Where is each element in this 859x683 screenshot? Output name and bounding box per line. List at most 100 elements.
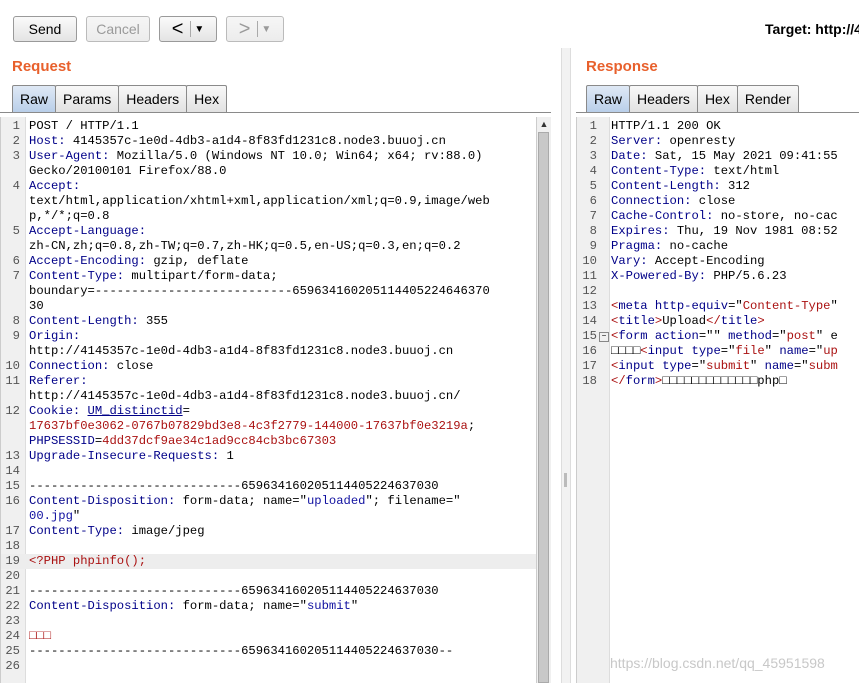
- code-token: http://4145357c-1e0d-4db3-a1d4-8f83fd123…: [29, 389, 461, 403]
- code-line: 7 Cache-Control: no-store, no-cac: [577, 209, 859, 224]
- code-line: 13 <meta http-equiv="Content-Type": [577, 299, 859, 314]
- code-line: 30: [1, 299, 537, 314]
- line-number: 3: [12, 149, 20, 163]
- code-line: PHPSESSID=4dd37dcf9ae34c1ad9cc84cb3bc673…: [1, 434, 537, 449]
- code-token: 355: [138, 314, 168, 328]
- code-token: submit: [706, 359, 751, 373]
- line-text: □□□□<input type="file" name="up: [611, 344, 838, 359]
- toolbar: Send Cancel < ▼ > ▼ Target: http://4: [0, 0, 859, 48]
- line-number: 14: [582, 314, 597, 328]
- line-text: 17637bf0e3062-0767b07829bd3e8-4c3f2779-1…: [29, 419, 475, 434]
- response-tab-hex[interactable]: Hex: [696, 85, 738, 112]
- code-token: Content-Type:: [611, 164, 707, 178]
- code-token: Content-Length:: [611, 179, 721, 193]
- code-line: boundary=---------------------------6596…: [1, 284, 537, 299]
- code-token: action: [654, 329, 699, 343]
- line-number: 17: [582, 359, 597, 373]
- code-token: Content-Length:: [29, 314, 139, 328]
- line-text: Host: 4145357c-1e0d-4db3-a1d4-8f83fd1231…: [29, 134, 446, 149]
- code-line: Gecko/20100101 Firefox/88.0: [1, 164, 537, 179]
- line-text: POST / HTTP/1.1: [29, 119, 139, 134]
- code-line: 3 User-Agent: Mozilla/5.0 (Windows NT 10.…: [1, 149, 537, 164]
- code-token: POST / HTTP/1.1: [29, 119, 139, 133]
- line-text: Pragma: no-cache: [611, 239, 728, 254]
- fold-toggle-icon[interactable]: −: [599, 332, 609, 342]
- code-token: Cache-Control:: [611, 209, 714, 223]
- code-token: =": [720, 344, 736, 358]
- line-text: http://4145357c-1e0d-4db3-a1d4-8f83fd123…: [29, 344, 453, 359]
- line-text: Content-Type: text/html: [611, 164, 779, 179]
- line-text: Content-Length: 355: [29, 314, 168, 329]
- line-text: Content-Length: 312: [611, 179, 750, 194]
- request-tab-hex[interactable]: Hex: [186, 85, 228, 112]
- line-number: 4: [12, 179, 20, 193]
- code-token: p,*/*;q=0.8: [29, 209, 110, 223]
- code-line: 15 -----------------------------659634160…: [1, 479, 537, 494]
- response-editor[interactable]: 1 HTTP/1.1 200 OK 2 Server: openresty 3 Date:…: [576, 117, 859, 683]
- line-text: 30: [29, 299, 44, 314]
- code-token: name: [764, 359, 794, 373]
- line-text: User-Agent: Mozilla/5.0 (Windows NT 10.0…: [29, 149, 482, 164]
- back-arrow-icon: <: [171, 18, 184, 40]
- line-number: 5: [589, 179, 597, 193]
- code-token: boundary=---------------------------6596…: [29, 284, 490, 298]
- cancel-button[interactable]: Cancel: [86, 16, 150, 42]
- split-divider[interactable]: [561, 48, 571, 683]
- code-token: no-store, no-cac: [713, 209, 838, 223]
- code-token: form-data; name=": [175, 599, 307, 613]
- code-line: 19 <?PHP phpinfo();: [1, 554, 537, 569]
- code-line: 17 Content-Type: image/jpeg: [1, 524, 537, 539]
- back-dropdown-icon[interactable]: ▼: [194, 24, 204, 35]
- back-button[interactable]: < ▼: [159, 16, 217, 42]
- line-text: <form action="" method="post" e: [611, 329, 838, 344]
- code-line: 17 <input type="submit" name="subm: [577, 359, 859, 374]
- send-button[interactable]: Send: [13, 16, 77, 42]
- line-text: Vary: Accept-Encoding: [611, 254, 765, 269]
- code-line: 5 Content-Length: 312: [577, 179, 859, 194]
- line-number: 13: [5, 449, 20, 463]
- response-tab-render[interactable]: Render: [736, 85, 799, 112]
- code-token: 00.jpg: [29, 509, 73, 523]
- code-line: 4 Accept:: [1, 179, 537, 194]
- tab-underline: [0, 112, 551, 113]
- response-tab-raw[interactable]: Raw: [586, 85, 631, 112]
- code-line: 17637bf0e3062-0767b07829bd3e8-4c3f2779-1…: [1, 419, 537, 434]
- code-token: Date:: [611, 149, 648, 163]
- line-number: 16: [582, 344, 597, 358]
- code-line: http://4145357c-1e0d-4db3-a1d4-8f83fd123…: [1, 344, 537, 359]
- code-token: ": [750, 359, 765, 373]
- code-line: 18: [1, 539, 537, 554]
- code-token: Sat, 15 May 2021 09:41:55: [647, 149, 838, 163]
- code-line: http://4145357c-1e0d-4db3-a1d4-8f83fd123…: [1, 389, 537, 404]
- request-tab-raw[interactable]: Raw: [12, 85, 57, 112]
- code-line: 25 -----------------------------659634160…: [1, 644, 537, 659]
- forward-dropdown-icon[interactable]: ▼: [261, 24, 271, 35]
- forward-button[interactable]: > ▼: [226, 16, 284, 42]
- target-label[interactable]: Target: http://4: [765, 21, 859, 37]
- watermark: https://blog.csdn.net/qq_45951598: [610, 655, 825, 671]
- code-line: 26: [1, 659, 537, 674]
- line-text: 00.jpg": [29, 509, 80, 524]
- request-tab-headers[interactable]: Headers: [118, 85, 188, 112]
- line-text: Accept-Language:: [29, 224, 146, 239]
- response-lines: 1 HTTP/1.1 200 OK 2 Server: openresty 3 Date:…: [577, 119, 859, 389]
- code-token: □□□□□□□□□□□□□php□: [662, 374, 787, 388]
- scroll-up-icon[interactable]: ▲: [537, 117, 551, 131]
- divider-grip-icon[interactable]: [564, 473, 567, 487]
- code-line: 12 Cookie: UM_distinctid=: [1, 404, 537, 419]
- code-token: </: [706, 314, 721, 328]
- request-tab-params[interactable]: Params: [55, 85, 120, 112]
- request-scrollbar[interactable]: ▲: [536, 117, 551, 683]
- code-token: form-data; name=": [175, 494, 307, 508]
- code-line: 21 -----------------------------659634160…: [1, 584, 537, 599]
- line-number: 21: [5, 584, 20, 598]
- code-token: http://4145357c-1e0d-4db3-a1d4-8f83fd123…: [29, 344, 454, 358]
- request-editor[interactable]: 1 POST / HTTP/1.1 2 Host: 4145357c-1e0d-4db…: [0, 117, 537, 683]
- response-tab-headers[interactable]: Headers: [629, 85, 698, 112]
- line-text: Cache-Control: no-store, no-cac: [611, 209, 838, 224]
- code-token: 312: [720, 179, 750, 193]
- code-token: ;: [467, 419, 476, 433]
- line-text: -----------------------------65963416020…: [29, 584, 439, 599]
- scroll-thumb[interactable]: [538, 132, 549, 683]
- code-line: 10 Connection: close: [1, 359, 537, 374]
